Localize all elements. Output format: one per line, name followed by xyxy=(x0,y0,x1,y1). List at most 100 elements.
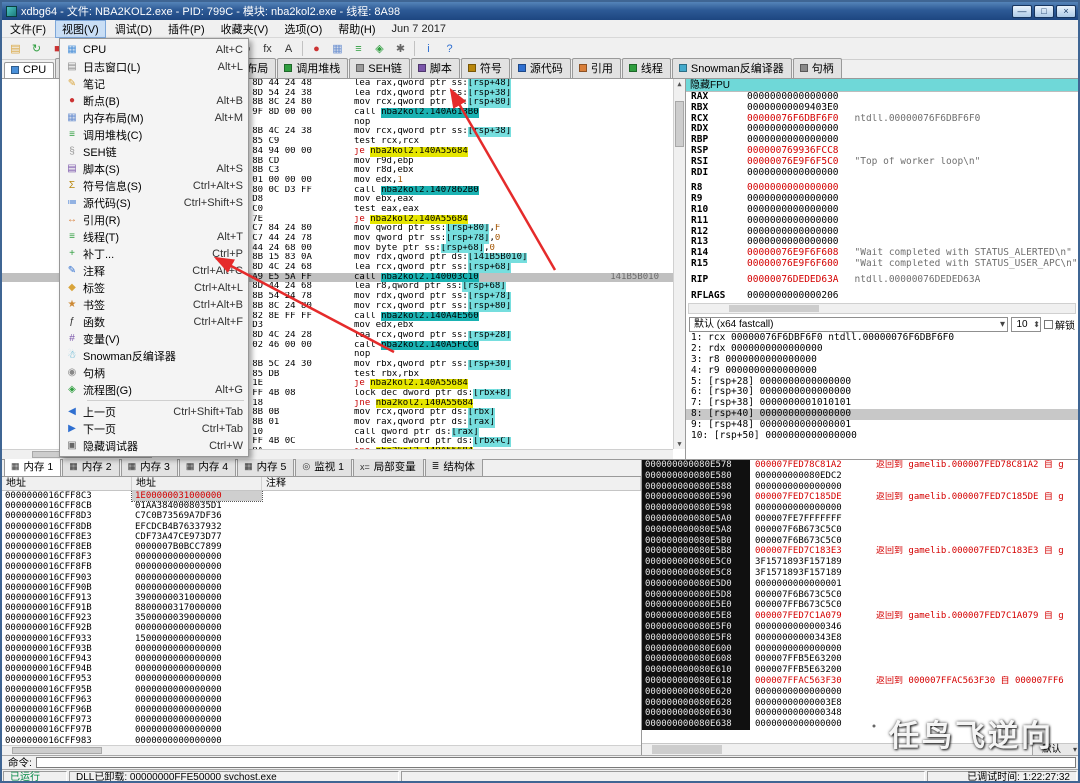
tab-watch-1[interactable]: ◎ 监视 1 xyxy=(295,457,353,476)
register-row-r12[interactable]: R12 0000000000000000 xyxy=(686,226,1078,238)
dump-row[interactable]: 0000000016CFF91B 8800000317000000 xyxy=(2,603,641,613)
calling-convention-select[interactable]: 默认 (x64 fastcall) xyxy=(689,317,1008,333)
view-menu-item-call-stack[interactable]: ≡ 调用堆栈(C) xyxy=(61,126,247,143)
dump-row[interactable]: 0000000016CFF8FB 0000000000000000 xyxy=(2,562,641,572)
view-menu-item-memory-map[interactable]: ▦ 内存布局(M) Alt+M xyxy=(61,109,247,126)
stack-row[interactable]: 000000000080E610 000007FFB5E63200 xyxy=(642,665,1078,676)
scrollbar-thumb[interactable] xyxy=(652,745,722,754)
memory-map-icon[interactable]: ▦ xyxy=(328,40,347,57)
tab-seh[interactable]: SEH链 xyxy=(349,58,410,78)
unlock-toggle[interactable]: 解锁 xyxy=(1044,317,1075,332)
dump-row[interactable]: 0000000016CFF92B 0000000000000000 xyxy=(2,623,641,633)
dump-horizontal-scrollbar[interactable] xyxy=(2,745,641,755)
az-icon[interactable]: A xyxy=(279,40,298,57)
dump-column-comment[interactable]: 注释 xyxy=(262,477,641,490)
stack-row[interactable]: 000000000080E628 00000000000003E8 xyxy=(642,697,1078,709)
menu-item-debug[interactable]: 调试(D) xyxy=(108,20,159,38)
register-row-rbx[interactable]: RBX 00000000009403E0 xyxy=(686,102,1078,114)
stack-row[interactable]: 000000000080E598 0000000000000000 xyxy=(642,503,1078,514)
scrollbar-thumb[interactable] xyxy=(12,747,102,754)
view-menu-item-symbols[interactable]: Σ 符号信息(S) Ctrl+Alt+S xyxy=(61,177,247,194)
view-menu-item-handles[interactable]: ◉ 句柄 xyxy=(61,364,247,381)
dump-row[interactable]: 0000000016CFF8D3 C7C0B73569A7DF36 xyxy=(2,511,641,521)
open-folder-icon[interactable]: ▤ xyxy=(6,40,25,57)
register-row-rdi[interactable]: RDI 0000000000000000 xyxy=(686,167,1078,179)
register-row-rdx[interactable]: RDX 0000000000000000 xyxy=(686,124,1078,135)
menu-item-view[interactable]: 视图(V) xyxy=(55,19,106,38)
register-row-rsp[interactable]: RSP 000000769936FCC8 xyxy=(686,145,1078,157)
dump-row[interactable]: 0000000016CFF95B 0000000000000000 xyxy=(2,685,641,695)
dump-row[interactable]: 0000000016CFF96B 0000000000000000 xyxy=(2,705,641,715)
tab-memory-5[interactable]: ▦ 内存 5 xyxy=(237,457,295,476)
minimize-button[interactable]: — xyxy=(1012,4,1032,18)
dump-row[interactable]: 0000000016CFF923 3500000039000000 xyxy=(2,613,641,623)
view-menu-item-next-tab[interactable]: ▶ 下一页 Ctrl+Tab xyxy=(61,420,247,437)
register-row-r8[interactable]: R8 0000000000000000 xyxy=(686,183,1078,194)
dump-column-value[interactable]: 地址 xyxy=(132,477,262,490)
argument-row[interactable]: 4: r9 0000000000000000 xyxy=(686,365,1078,377)
dump-row[interactable]: 0000000016CFF973 0000000000000000 xyxy=(2,715,641,725)
hide-fpu-button[interactable]: 隐藏FPU xyxy=(686,79,1078,92)
register-row-rax[interactable]: RAX 0000000000000000 xyxy=(686,91,1078,103)
view-menu-item-script[interactable]: ▤ 脚本(S) Alt+S xyxy=(61,160,247,177)
stack-view-mode-select[interactable]: 默认 xyxy=(1032,744,1078,755)
scrollbar-thumb[interactable] xyxy=(675,101,684,147)
dump-row[interactable]: 0000000016CFF97B 0000000000000000 xyxy=(2,725,641,735)
stack-row[interactable]: 000000000080E5A0 000007FE7FFFFFFF xyxy=(642,513,1078,525)
register-row-r9[interactable]: R9 0000000000000000 xyxy=(686,193,1078,205)
view-menu-item-snowman[interactable]: ☃ Snowman反编译器 xyxy=(61,347,247,364)
stack-row[interactable]: 000000000080E5D8 000007F6B673C5C0 xyxy=(642,589,1078,601)
stack-row[interactable]: 000000000080E588 0000000000000000 xyxy=(642,481,1078,493)
view-menu-item-graph[interactable]: ◈ 流程图(G) Alt+G xyxy=(61,381,247,398)
tab-struct[interactable]: ≣ 结构体 xyxy=(424,457,483,476)
disassembly-vertical-scrollbar[interactable]: ▲ ▼ xyxy=(673,79,685,449)
register-row-rflags[interactable]: RFLAGS 0000000000000206 xyxy=(686,290,1078,302)
tab-call-stack[interactable]: 调用堆栈 xyxy=(277,58,349,78)
dump-row[interactable]: 0000000016CFF903 0000000000000000 xyxy=(2,573,641,583)
argument-row[interactable]: 10: [rsp+50] 0000000000000000 xyxy=(686,430,1078,442)
view-menu-item-comments[interactable]: ✎ 注释 Ctrl+Alt+C xyxy=(61,262,247,279)
register-row-rip[interactable]: RIP 00000076DEDED63A ntdll.00000076DEDED63… xyxy=(686,274,1078,286)
dump-column-address[interactable]: 地址 xyxy=(2,477,132,490)
stack-icon[interactable]: ≡ xyxy=(349,40,368,57)
view-menu-item-patches[interactable]: + 补丁... Ctrl+P xyxy=(61,245,247,262)
tab-script[interactable]: 脚本 xyxy=(410,58,460,78)
tab-symbols[interactable]: 符号 xyxy=(460,58,510,78)
stack-row[interactable]: 000000000080E5F8 00000000000343E8 xyxy=(642,632,1078,644)
menu-item-help[interactable]: 帮助(H) xyxy=(331,20,382,38)
view-menu-item-functions[interactable]: ƒ 函数 Ctrl+Alt+F xyxy=(61,313,247,330)
stack-row[interactable]: 000000000080E618 000007FFAC563F30 返回到 0000… xyxy=(642,675,1078,687)
stack-row[interactable]: 000000000080E5F0 0000000000000346 xyxy=(642,621,1078,633)
view-menu-item-references[interactable]: ↔ 引用(R) xyxy=(61,211,247,228)
tab-memory-3[interactable]: ▦ 内存 3 xyxy=(120,457,178,476)
dump-row[interactable]: 0000000016CFF90B 0000000000000000 xyxy=(2,583,641,593)
stack-row[interactable]: 000000000080E630 0000000000000348 xyxy=(642,708,1078,720)
view-menu-item-breakpoints[interactable]: ● 断点(B) Alt+B xyxy=(61,92,247,109)
dump-row[interactable]: 0000000016CFF8C3 1E00000031000000 xyxy=(2,491,641,503)
close-button[interactable]: × xyxy=(1056,4,1076,18)
view-menu-item-labels[interactable]: ◆ 标签 Ctrl+Alt+L xyxy=(61,279,247,296)
register-row-rsi[interactable]: RSI 00000076E9F6F5C0 "Top of worker loop\n… xyxy=(686,156,1078,168)
scroll-up-arrow[interactable]: ▲ xyxy=(674,79,685,89)
dump-row[interactable]: 0000000016CFF8EB 0000007B0BCC7899 xyxy=(2,542,641,552)
view-menu-item-cpu[interactable]: ▦ CPU Alt+C xyxy=(61,41,247,58)
stack-row[interactable]: 000000000080E5E0 000007FFB673C5C0 xyxy=(642,600,1078,612)
tab-memory-4[interactable]: ▦ 内存 4 xyxy=(178,457,237,476)
menu-item-plugins[interactable]: 插件(P) xyxy=(161,20,212,38)
dump-row[interactable]: 0000000016CFF93B 0000000000000000 xyxy=(2,644,641,654)
register-row-r14[interactable]: R14 00000076E9F6F608 "Wait completed with … xyxy=(686,247,1078,259)
argument-depth-spinner[interactable]: 10 xyxy=(1011,317,1041,333)
dump-row[interactable]: 0000000016CFF8E3 CDF73A47CE973D77 xyxy=(2,532,641,542)
dump-row[interactable]: 0000000016CFF983 0000000000000000 xyxy=(2,736,641,746)
view-menu-item-seh[interactable]: § SEH链 xyxy=(61,143,247,160)
tab-cpu[interactable]: CPU xyxy=(4,62,55,78)
graph-icon[interactable]: ◈ xyxy=(370,40,389,57)
info-icon[interactable]: i xyxy=(419,40,438,57)
view-menu-item-threads[interactable]: ≡ 线程(T) Alt+T xyxy=(61,228,247,245)
stack-row[interactable]: 000000000080E580 000000000080EDC2 xyxy=(642,470,1078,482)
dump-row[interactable]: 0000000016CFF943 0000000000000000 xyxy=(2,654,641,664)
settings-icon[interactable]: ✱ xyxy=(391,40,410,57)
restart-icon[interactable]: ↻ xyxy=(27,40,46,57)
maximize-button[interactable]: □ xyxy=(1034,4,1054,18)
dump-row[interactable]: 0000000016CFF8F3 0000000000000000 xyxy=(2,552,641,562)
